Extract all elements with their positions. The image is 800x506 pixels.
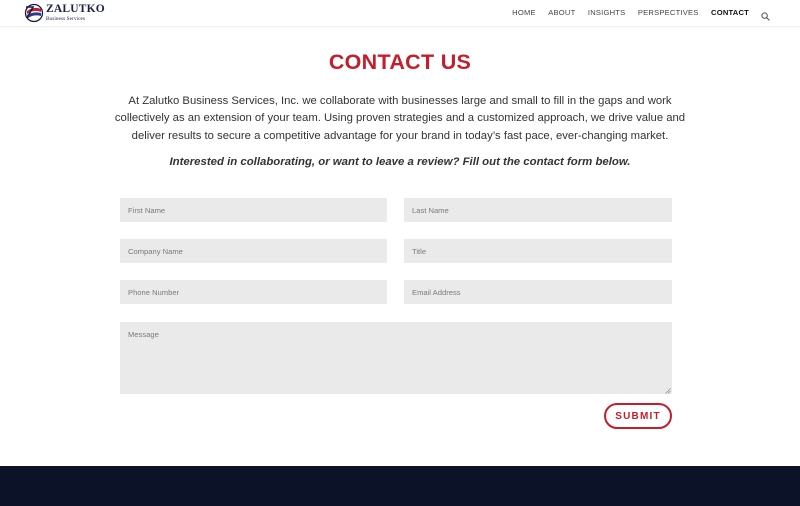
message-textarea[interactable]: Message	[120, 322, 672, 394]
site-footer	[0, 466, 800, 506]
company-name-field[interactable]: Company Name	[120, 239, 387, 263]
intro-paragraph: At Zalutko Business Services, Inc. we co…	[114, 95, 686, 142]
email-address-field[interactable]: Email Address	[404, 280, 672, 304]
search-icon[interactable]	[761, 8, 770, 21]
nav-item-home[interactable]: HOME	[512, 8, 536, 17]
main-nav: HOME ABOUT INSIGHTS PERSPECTIVES CONTACT	[500, 0, 770, 24]
brand-tagline: Business Services	[46, 15, 86, 22]
page-title: CONTACT US	[328, 50, 472, 74]
last-name-placeholder: Last Name	[412, 205, 449, 215]
first-name-placeholder: First Name	[128, 205, 166, 215]
first-name-field[interactable]: First Name	[120, 198, 387, 222]
email-address-placeholder: Email Address	[412, 287, 461, 297]
site-header: ZALUTKO Business Services HOME ABOUT INS…	[0, 0, 800, 26]
nav-item-insights[interactable]: INSIGHTS	[588, 8, 625, 17]
brand-logo[interactable]: ZALUTKO Business Services	[24, 2, 105, 24]
nav-item-contact[interactable]: CONTACT	[711, 8, 749, 17]
logo-flag-icon	[24, 3, 44, 23]
title-placeholder: Title	[412, 246, 427, 256]
submit-button[interactable]: SUBMIT	[604, 403, 672, 429]
last-name-field[interactable]: Last Name	[404, 198, 672, 222]
message-placeholder: Message	[128, 330, 159, 339]
form-cta-text: Interested in collaborating, or want to …	[169, 156, 631, 168]
phone-number-placeholder: Phone Number	[128, 287, 180, 297]
brand-name: ZALUTKO	[46, 3, 105, 16]
title-field[interactable]: Title	[404, 239, 672, 263]
resize-handle-icon[interactable]	[665, 387, 671, 394]
nav-item-about[interactable]: ABOUT	[548, 8, 575, 17]
nav-item-perspectives[interactable]: PERSPECTIVES	[638, 8, 699, 17]
company-name-placeholder: Company Name	[128, 246, 183, 256]
phone-number-field[interactable]: Phone Number	[120, 280, 387, 304]
